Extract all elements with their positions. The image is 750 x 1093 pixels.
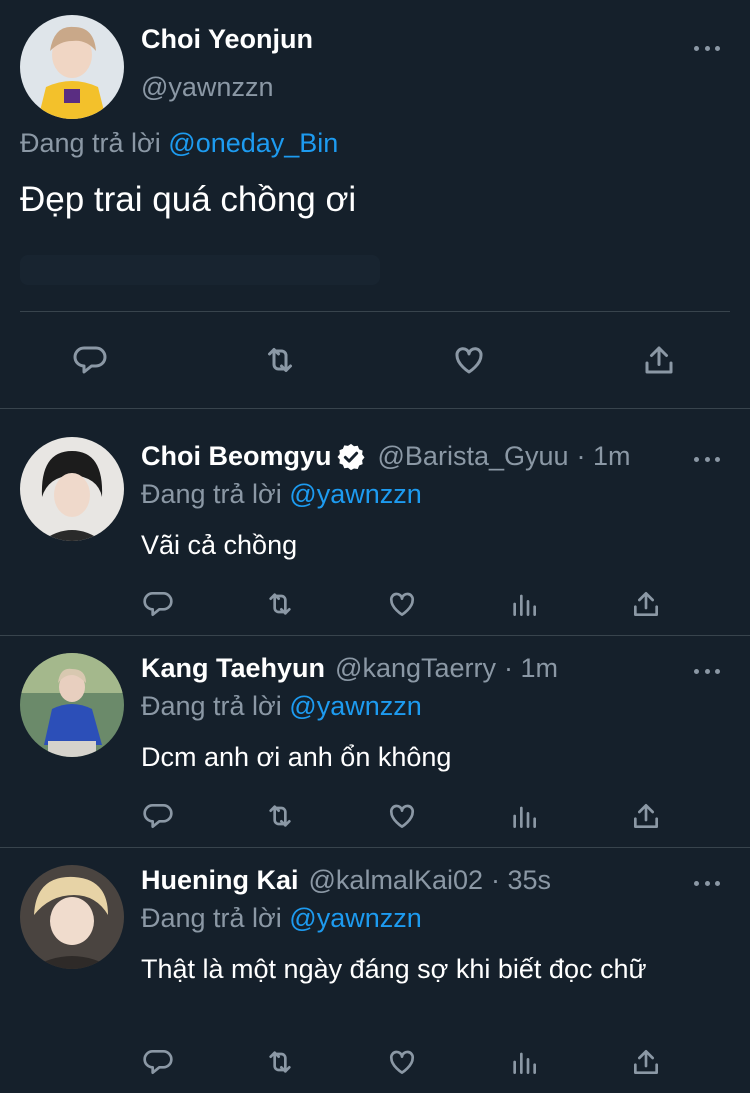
more-options-icon[interactable] (694, 667, 720, 675)
blurred-metadata (20, 255, 380, 285)
replying-to-link[interactable]: @oneday_Bin (168, 128, 338, 158)
like-icon[interactable] (384, 799, 420, 833)
replying-prefix: Đang trả lời (141, 691, 282, 721)
divider (0, 635, 750, 636)
author-handle[interactable]: @Barista_Gyuu (378, 441, 569, 472)
share-icon[interactable] (628, 799, 664, 833)
like-icon[interactable] (449, 340, 489, 380)
share-icon[interactable] (628, 587, 664, 621)
reply-header: Kang Taehyun @kangTaerry · 1m (141, 653, 558, 684)
tweet-text: Đẹp trai quá chồng ơi (20, 180, 357, 219)
reply-icon[interactable] (140, 799, 176, 833)
reply-icon[interactable] (140, 1045, 176, 1079)
more-options-icon[interactable] (694, 879, 720, 887)
replying-to: Đang trả lời @yawnzzn (141, 903, 422, 934)
reply-icon[interactable] (70, 340, 110, 380)
retweet-icon[interactable] (260, 799, 300, 833)
more-options-icon[interactable] (694, 44, 720, 52)
divider (0, 408, 750, 409)
replying-to: Đang trả lời @yawnzzn (141, 479, 422, 510)
avatar[interactable] (20, 437, 124, 541)
avatar[interactable] (20, 865, 124, 969)
tweet-text: Thật là một ngày đáng sợ khi biết đọc ch… (141, 954, 647, 984)
replying-prefix: Đang trả lời (20, 128, 161, 158)
replying-to: Đang trả lời @oneday_Bin (20, 128, 338, 159)
tweet-text: Vãi cả chồng (141, 530, 298, 560)
reply-header: Choi Beomgyu @Barista_Gyuu · 1m (141, 441, 631, 472)
author-name[interactable]: Choi Yeonjun (141, 24, 313, 55)
share-icon[interactable] (639, 340, 679, 380)
avatar[interactable] (20, 653, 124, 757)
replying-to-link[interactable]: @yawnzzn (289, 691, 421, 721)
reply-tweet[interactable]: Choi Beomgyu @Barista_Gyuu · 1m Đang trả… (0, 437, 750, 635)
retweet-icon[interactable] (260, 587, 300, 621)
more-options-icon[interactable] (694, 455, 720, 463)
reply-tweet[interactable]: Kang Taehyun @kangTaerry · 1m Đang trả l… (0, 653, 750, 847)
analytics-icon[interactable] (506, 799, 542, 833)
timestamp[interactable]: · 1m (504, 653, 558, 684)
author-name[interactable]: Kang Taehyun (141, 653, 325, 684)
avatar[interactable] (20, 15, 124, 119)
replying-prefix: Đang trả lời (141, 903, 282, 933)
author-name[interactable]: Choi Beomgyu (141, 441, 332, 472)
replying-prefix: Đang trả lời (141, 479, 282, 509)
like-icon[interactable] (384, 587, 420, 621)
analytics-icon[interactable] (506, 1045, 542, 1079)
retweet-icon[interactable] (258, 340, 302, 380)
author-handle[interactable]: @kalmalKai02 (309, 865, 484, 896)
tweet-text: Dcm anh ơi anh ổn không (141, 742, 452, 772)
divider (0, 847, 750, 848)
reply-header: Huening Kai @kalmalKai02 · 35s (141, 865, 551, 896)
replying-to: Đang trả lời @yawnzzn (141, 691, 422, 722)
reply-tweet[interactable]: Huening Kai @kalmalKai02 · 35s Đang trả … (0, 865, 750, 1093)
author-handle[interactable]: @yawnzzn (141, 72, 273, 103)
timestamp[interactable]: · 35s (491, 865, 551, 896)
like-icon[interactable] (384, 1045, 420, 1079)
author-handle[interactable]: @kangTaerry (335, 653, 496, 684)
divider (20, 311, 730, 312)
replying-to-link[interactable]: @yawnzzn (289, 903, 421, 933)
analytics-icon[interactable] (506, 587, 542, 621)
timestamp[interactable]: · 1m (577, 441, 631, 472)
verified-badge-icon (336, 442, 366, 472)
retweet-icon[interactable] (260, 1045, 300, 1079)
share-icon[interactable] (628, 1045, 664, 1079)
replying-to-link[interactable]: @yawnzzn (289, 479, 421, 509)
author-name[interactable]: Huening Kai (141, 865, 299, 896)
reply-icon[interactable] (140, 587, 176, 621)
